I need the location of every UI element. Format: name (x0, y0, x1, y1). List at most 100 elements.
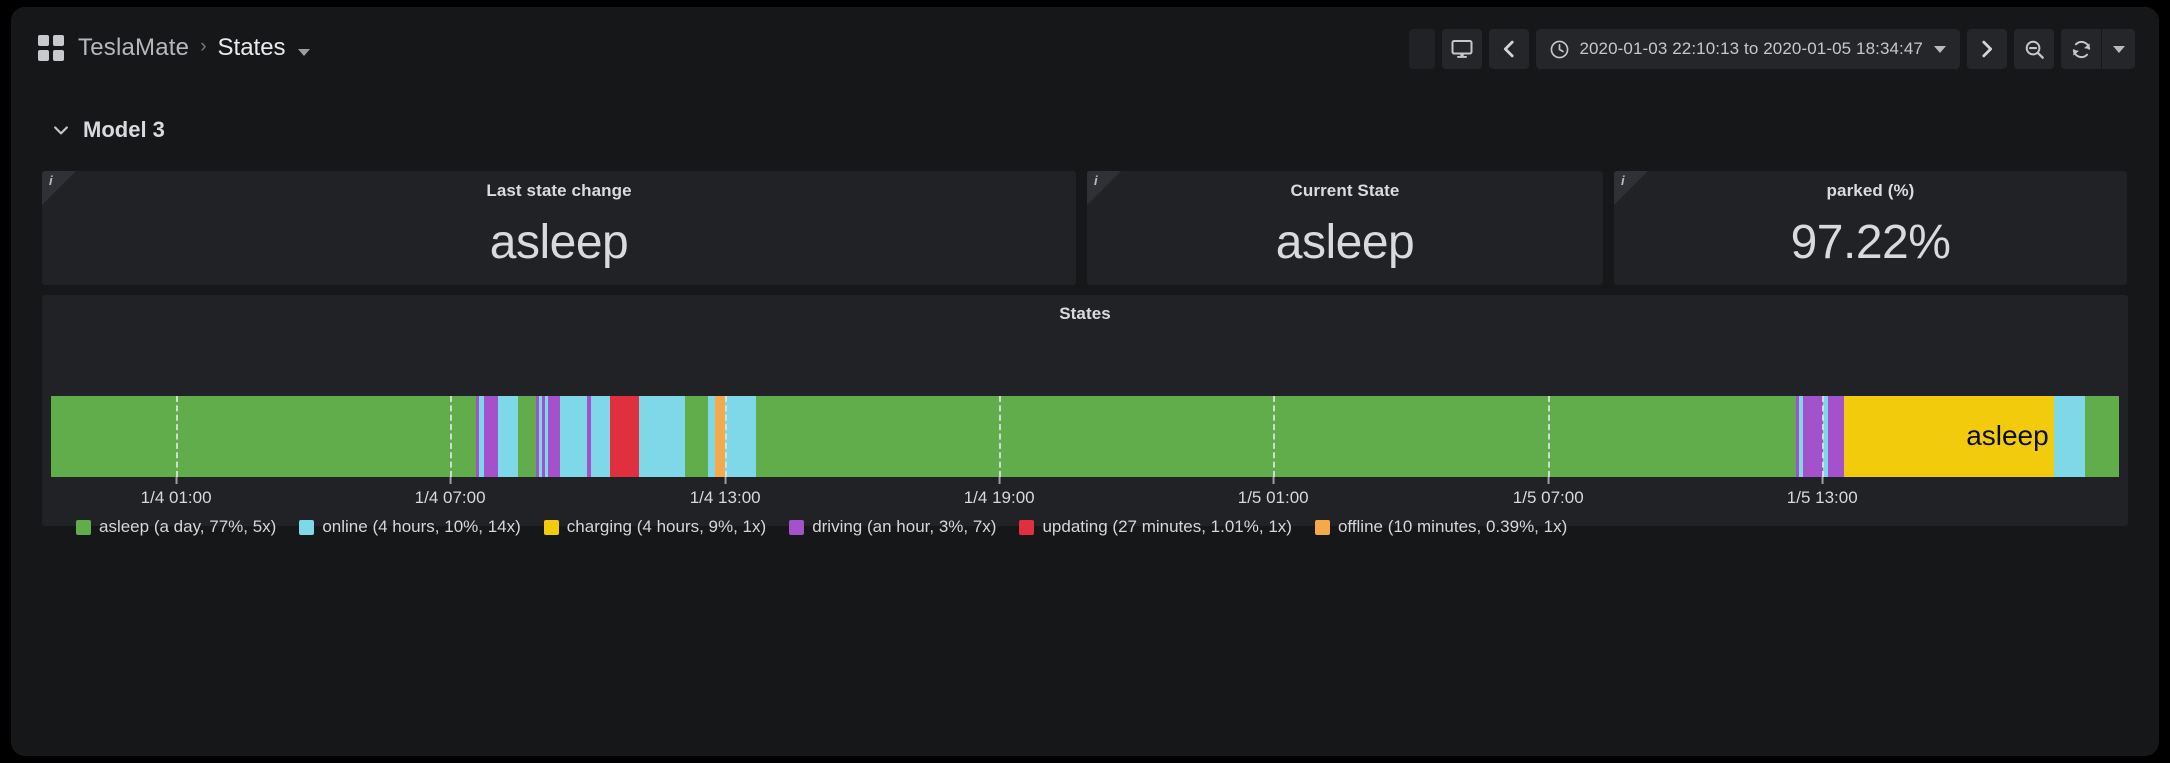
refresh-icon (2072, 40, 2090, 58)
chevron-down-icon[interactable] (297, 48, 310, 56)
legend-item-updating[interactable]: updating (27 minutes, 1.01%, 1x) (1019, 517, 1292, 537)
state-band-asleep[interactable] (684, 396, 708, 477)
legend-item-asleep[interactable]: asleep (a day, 77%, 5x) (76, 517, 276, 537)
legend-label: offline (10 minutes, 0.39%, 1x) (1337, 517, 1568, 536)
chart-gridline (725, 396, 729, 477)
chart-gridline (1822, 396, 1826, 477)
state-band-online[interactable] (591, 396, 611, 477)
chart-gridline (1548, 396, 1552, 477)
info-icon[interactable]: i (49, 173, 53, 188)
panel-current-state[interactable]: i Current State asleep (1087, 171, 1603, 285)
state-band-online[interactable] (725, 396, 757, 477)
info-icon[interactable]: i (1621, 173, 1625, 188)
chevron-left-icon (1504, 40, 1515, 58)
breadcrumb-org[interactable]: TeslaMate (78, 34, 189, 62)
monitor-icon (1451, 40, 1473, 58)
chart-gridline (1273, 396, 1277, 477)
legend-item-driving[interactable]: driving (an hour, 3%, 7x) (789, 517, 996, 537)
time-range-label: 2020-01-03 22:10:13 to 2020-01-05 18:34:… (1579, 39, 1923, 58)
clock-icon (1551, 40, 1569, 58)
state-band-asleep[interactable] (51, 396, 476, 477)
dashboard-row-header[interactable]: Model 3 (51, 117, 165, 143)
state-band-online[interactable] (638, 396, 685, 477)
tick-mark (998, 477, 1001, 484)
toolbar-placeholder-button[interactable] (1409, 29, 1436, 69)
panel-states[interactable]: States asleep 1/4 01:00 1/4 07:00 1/4 13:0… (42, 295, 2128, 536)
stat-value: 97.22% (1790, 216, 1951, 269)
state-band-updating[interactable] (610, 396, 639, 477)
state-band-driving[interactable] (1802, 396, 1824, 477)
refresh-button[interactable] (2061, 29, 2101, 69)
legend-color-swatch (76, 519, 91, 535)
stat-value: asleep (489, 216, 629, 269)
panel-description-corner-icon[interactable] (1087, 171, 1121, 205)
breadcrumb: TeslaMate › States (38, 31, 310, 65)
time-range-picker[interactable]: 2020-01-03 22:10:13 to 2020-01-05 18:34:… (1536, 29, 1960, 69)
x-axis-tick-label: 1/4 01:00 (140, 488, 212, 507)
info-icon[interactable]: i (1094, 173, 1098, 188)
state-band-online[interactable] (560, 396, 588, 477)
panel-description-corner-icon[interactable] (1614, 171, 1648, 205)
legend-color-swatch (1314, 519, 1330, 535)
legend-item-online[interactable]: online (4 hours, 10%, 14x) (299, 517, 521, 537)
breadcrumb-separator-icon: › (200, 36, 207, 57)
state-timeline-chart[interactable]: asleep (51, 396, 2119, 477)
tick-mark (175, 477, 178, 484)
state-band-container[interactable]: asleep (51, 396, 2119, 477)
dashboard-window: TeslaMate › States 2020-01-03 22:10:13 t… (11, 7, 2159, 756)
tick-mark (1272, 477, 1275, 484)
panel-title: parked (%) (1826, 181, 1915, 200)
legend-color-swatch (299, 519, 315, 535)
state-band-online[interactable] (2053, 396, 2085, 477)
state-band-driving[interactable] (548, 396, 561, 477)
chart-gridline (999, 396, 1003, 477)
dashboard-toolbar: 2020-01-03 22:10:13 to 2020-01-05 18:34:… (1402, 29, 2135, 69)
state-band-asleep[interactable] (2084, 396, 2119, 477)
tick-mark (1547, 477, 1550, 484)
x-axis-tick-label: 1/5 13:00 (1786, 488, 1858, 507)
grid-icon[interactable] (38, 35, 64, 61)
x-axis-tick-label: 1/4 07:00 (414, 488, 486, 507)
x-axis-tick-label: 1/4 19:00 (963, 488, 1035, 507)
x-axis-tick: 1/4 13:00 (690, 477, 761, 508)
time-shift-back-button[interactable] (1489, 29, 1530, 69)
refresh-interval-dropdown[interactable] (2101, 29, 2135, 69)
state-band-label: asleep (1966, 420, 2049, 451)
breadcrumb-dashboard[interactable]: States (218, 34, 286, 62)
legend-label: updating (27 minutes, 1.01%, 1x) (1042, 517, 1292, 536)
tick-mark (1821, 477, 1824, 484)
tv-mode-button[interactable] (1442, 29, 1483, 69)
legend-label: charging (4 hours, 9%, 1x) (566, 517, 767, 536)
stat-panel-group: i Last state change asleep i Current Sta… (42, 171, 2128, 285)
state-band-asleep[interactable] (518, 396, 536, 477)
chevron-down-icon[interactable] (1934, 45, 1946, 53)
state-band-driving[interactable] (484, 396, 499, 477)
x-axis-tick: 1/5 07:00 (1513, 477, 1584, 508)
legend-color-swatch (543, 519, 559, 535)
panel-title: States (1059, 304, 1111, 323)
panel-last-state-change[interactable]: i Last state change asleep (42, 171, 1076, 285)
state-band-driving[interactable] (1828, 396, 1844, 477)
tick-mark (724, 477, 727, 484)
row-title: Model 3 (83, 117, 165, 142)
chevron-down-icon (2112, 45, 2125, 53)
chevron-down-icon[interactable] (51, 120, 71, 140)
x-axis-tick-label: 1/4 13:00 (689, 488, 761, 507)
state-band-online[interactable] (707, 396, 716, 477)
x-axis-tick: 1/4 19:00 (964, 477, 1035, 508)
state-band-offline[interactable] (715, 396, 726, 477)
x-axis-tick-label: 1/5 07:00 (1512, 488, 1584, 507)
chart-gridline (176, 396, 180, 477)
legend-label: online (4 hours, 10%, 14x) (322, 517, 521, 536)
panel-description-corner-icon[interactable] (42, 171, 76, 205)
state-band-online[interactable] (498, 396, 519, 477)
zoom-out-button[interactable] (2014, 29, 2054, 69)
panel-title: Last state change (486, 181, 632, 200)
time-shift-forward-button[interactable] (1967, 29, 2007, 69)
legend-item-offline[interactable]: offline (10 minutes, 0.39%, 1x) (1314, 517, 1568, 537)
zoom-out-icon (2025, 40, 2044, 59)
legend-item-charging[interactable]: charging (4 hours, 9%, 1x) (543, 517, 767, 537)
x-axis: 1/4 01:00 1/4 07:00 1/4 13:00 1/4 19:00 1/5 … (51, 477, 2119, 511)
panel-parked-percent[interactable]: i parked (%) 97.22% (1614, 171, 2127, 285)
x-axis-tick: 1/4 07:00 (415, 477, 486, 508)
